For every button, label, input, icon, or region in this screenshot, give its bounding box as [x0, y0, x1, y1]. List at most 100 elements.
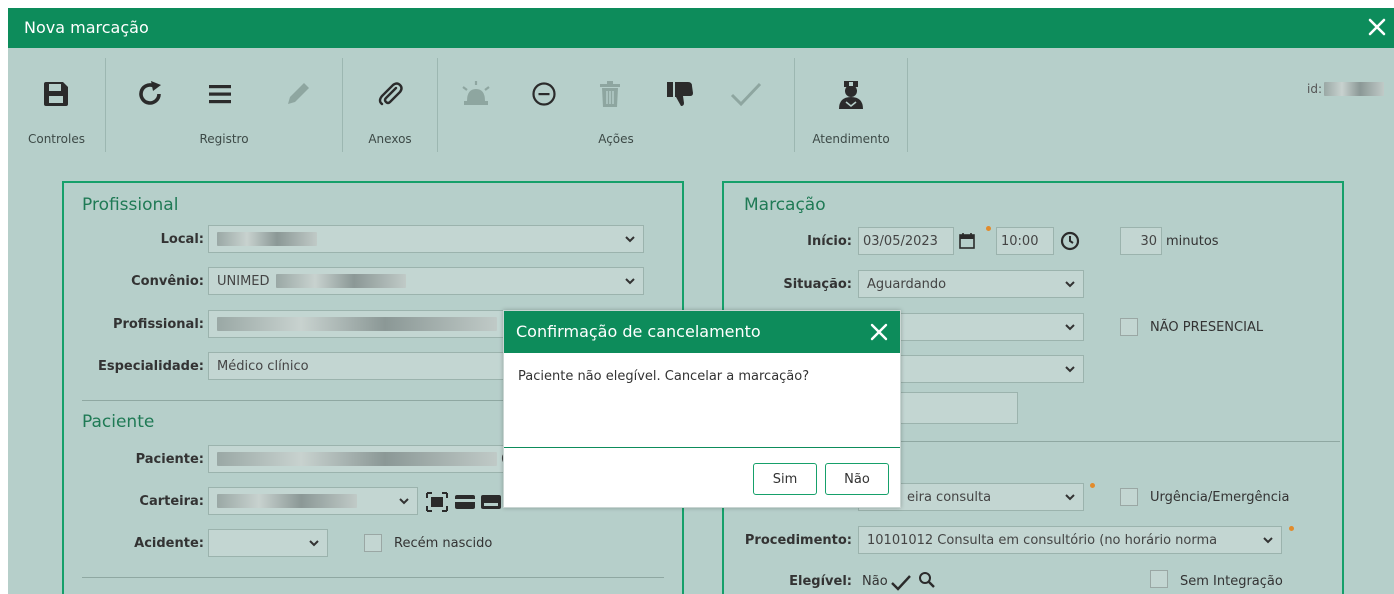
- chevron-down-icon: [1065, 324, 1075, 331]
- dialog-title: Confirmação de cancelamento: [516, 322, 761, 341]
- card-reader-icon[interactable]: [480, 494, 502, 510]
- especialidade-label: Especialidade:: [98, 359, 204, 374]
- redacted-value: [217, 494, 357, 508]
- chevron-down-icon: [309, 540, 319, 547]
- toolbar-group-label: Atendimento: [812, 132, 890, 146]
- record-id: id:: [1307, 82, 1384, 96]
- check-icon: [891, 575, 911, 591]
- sem-integracao-label: Sem Integração: [1180, 574, 1283, 589]
- date-value: 03/05/2023: [863, 233, 938, 249]
- chevron-down-icon: [625, 278, 635, 285]
- cancel-confirmation-dialog: Confirmação de cancelamento Paciente não…: [503, 310, 901, 508]
- duration-unit: minutos: [1166, 234, 1219, 249]
- save-button[interactable]: [34, 72, 78, 116]
- dialog-header: Confirmação de cancelamento: [504, 311, 900, 353]
- acidente-select[interactable]: [208, 529, 328, 557]
- attachments-button[interactable]: [368, 72, 412, 116]
- dialog-message: Paciente não elegível. Cancelar a marcaç…: [518, 369, 810, 384]
- duration-value: 30: [1140, 233, 1157, 249]
- calendar-icon[interactable]: [958, 232, 976, 250]
- toolbar-group-anexos: Anexos: [343, 58, 438, 152]
- time-value: 10:00: [1001, 233, 1039, 249]
- profissional-label: Profissional:: [112, 317, 204, 332]
- section-title-paciente: Paciente: [82, 412, 155, 432]
- dialog-close-button[interactable]: [866, 319, 892, 345]
- title-bar: Nova marcação: [8, 8, 1394, 48]
- chevron-down-icon: [1065, 494, 1075, 501]
- yes-button[interactable]: Sim: [753, 463, 817, 495]
- chevron-down-icon: [1065, 366, 1075, 373]
- record-id-redacted: [1324, 82, 1384, 96]
- delete-button[interactable]: [588, 72, 632, 116]
- clock-icon[interactable]: [1060, 231, 1080, 251]
- toolbar-group-atendimento: Atendimento: [795, 58, 908, 152]
- window-title: Nova marcação: [24, 18, 149, 37]
- toolbar: Controles Registro Anexos Ações Atendime…: [8, 48, 1394, 163]
- edit-button[interactable]: [276, 72, 320, 116]
- local-label: Local:: [160, 232, 204, 247]
- redacted-value: [217, 317, 497, 331]
- no-button[interactable]: Não: [825, 463, 889, 495]
- convenio-label: Convênio:: [131, 274, 204, 289]
- attendance-button[interactable]: [829, 72, 873, 116]
- required-indicator: [1090, 483, 1095, 488]
- nao-presencial-label: NÃO PRESENCIAL: [1150, 320, 1264, 335]
- refresh-button[interactable]: [128, 72, 172, 116]
- section-title-marcacao: Marcação: [744, 195, 826, 215]
- urgencia-label: Urgência/Emergência: [1150, 490, 1290, 505]
- alarm-button[interactable]: [454, 72, 498, 116]
- chevron-down-icon: [1263, 537, 1273, 544]
- toolbar-group-label: Ações: [598, 132, 634, 146]
- record-id-label: id:: [1307, 82, 1322, 96]
- dialog-footer-divider: [504, 447, 900, 448]
- trash-icon: [600, 81, 620, 107]
- toolbar-group-label: Registro: [199, 132, 249, 146]
- convenio-select[interactable]: UNIMED: [208, 267, 644, 295]
- inicio-label: Início:: [807, 234, 852, 249]
- check-icon: [730, 82, 762, 107]
- recem-nascido-label: Recém nascido: [394, 536, 493, 551]
- urgencia-checkbox[interactable]: [1120, 488, 1138, 506]
- window-close-button[interactable]: [1362, 12, 1392, 42]
- acidente-label: Acidente:: [134, 536, 204, 551]
- elegivel-value: Não: [862, 574, 888, 589]
- convenio-value: UNIMED: [217, 273, 270, 289]
- situacao-select[interactable]: Aguardando: [858, 270, 1084, 298]
- thumbs-down-icon: [667, 82, 693, 106]
- carteira-select[interactable]: [208, 487, 418, 515]
- card-icon[interactable]: [454, 494, 476, 510]
- alarm-icon: [462, 81, 490, 105]
- sem-integracao-checkbox[interactable]: [1150, 570, 1168, 588]
- situacao-value: Aguardando: [867, 276, 947, 292]
- list-icon: [209, 85, 231, 104]
- minus-circle-icon: [532, 82, 556, 106]
- confirm-button[interactable]: [724, 72, 768, 116]
- list-button[interactable]: [198, 72, 242, 116]
- reject-button[interactable]: [658, 72, 702, 116]
- especialidade-value: Médico clínico: [217, 358, 309, 374]
- time-input[interactable]: 10:00: [996, 227, 1054, 255]
- procedimento-select[interactable]: 10101012 Consulta em consultório (no hor…: [858, 526, 1282, 554]
- save-icon: [44, 82, 68, 106]
- local-select[interactable]: [208, 225, 644, 253]
- redacted-value: [217, 232, 317, 246]
- close-icon: [1368, 18, 1386, 36]
- section-title-profissional: Profissional: [82, 195, 179, 215]
- recem-nascido-checkbox[interactable]: [364, 534, 382, 552]
- procedimento-label: Procedimento:: [744, 533, 852, 548]
- paciente-label: Paciente:: [135, 452, 204, 467]
- cancel-appointment-button[interactable]: [522, 72, 566, 116]
- duration-input[interactable]: 30: [1120, 227, 1162, 255]
- barcode-icon[interactable]: [426, 492, 448, 512]
- doctor-icon: [839, 81, 863, 109]
- toolbar-group-registro: Registro: [106, 58, 343, 152]
- section-divider: [82, 577, 664, 578]
- nao-presencial-checkbox[interactable]: [1120, 318, 1138, 336]
- chevron-down-icon: [625, 236, 635, 243]
- date-input[interactable]: 03/05/2023: [858, 227, 954, 255]
- procedimento-value: 10101012 Consulta em consultório (no hor…: [867, 532, 1218, 548]
- redacted-value: [217, 452, 497, 466]
- refresh-icon: [139, 81, 161, 105]
- elegivel-label: Elegível:: [789, 574, 852, 589]
- search-icon[interactable]: [918, 571, 936, 589]
